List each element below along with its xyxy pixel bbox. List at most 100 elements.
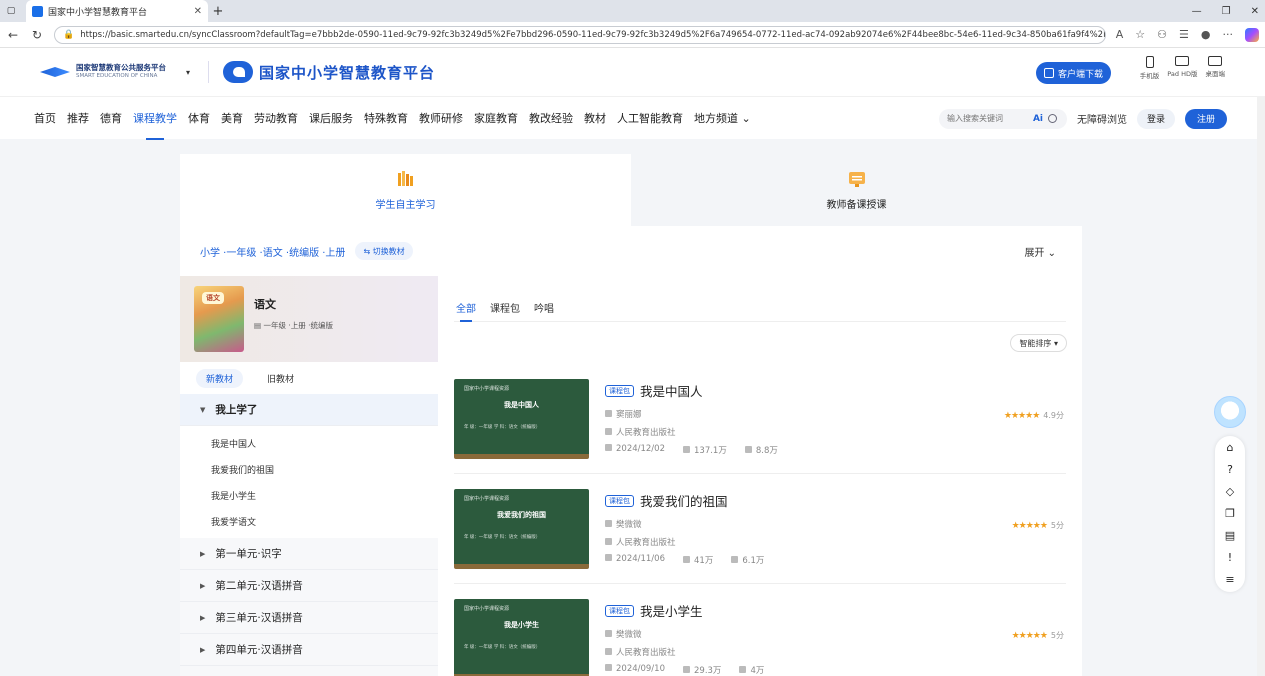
nav-item[interactable]: 教改经验 (529, 97, 573, 140)
device-phone[interactable]: 手机版 (1140, 56, 1159, 80)
resource-card[interactable]: 国家中小学课程资源 我爱我们的祖国年 级：一年级 学 科：语文（统编版） 课程包 我爱… (454, 474, 1066, 584)
close-window-icon[interactable]: ✕ (1251, 6, 1259, 17)
resource-publisher: 人民教育出版社 (616, 538, 676, 548)
resource-author: 樊微微 (616, 520, 642, 530)
unit-list: ▼ 我上学了 我是中国人 我爱我们的祖国 我是小学生 我爱学语文 ▶ 第一单元·识字 ▶ 第二单元… (180, 394, 438, 666)
star-rating-icon: ★★★★★ (1003, 410, 1040, 421)
textbook-breadcrumb[interactable]: 小学 ·一年级 ·语文 ·统编版 ·上册 (200, 244, 345, 259)
back-icon[interactable]: ← (6, 28, 20, 42)
accessible-browse-link[interactable]: 无障碍浏览 (1077, 111, 1127, 126)
resource-title[interactable]: 我是小学生 (640, 601, 703, 620)
resource-date: 2024/09/10 (616, 664, 665, 674)
unit-item[interactable]: ▶ 第一单元·识字 (180, 538, 438, 570)
nav-item[interactable]: 美育 (221, 97, 243, 140)
ai-search-icon[interactable]: Ai (1033, 114, 1043, 124)
shield-check-icon[interactable]: ◇ (1226, 486, 1234, 498)
tab-new-edition[interactable]: 新教材 (196, 368, 244, 388)
read-aloud-icon[interactable]: A (1116, 28, 1124, 41)
nav-item[interactable]: 家庭教育 (474, 97, 518, 140)
lesson-item[interactable]: 我爱我们的祖国 (180, 456, 438, 482)
chevron-down-icon[interactable]: ▾ (186, 68, 190, 77)
tab-student-self-study[interactable]: 学生自主学习 (180, 154, 631, 226)
collections-icon[interactable]: ☰ (1179, 28, 1189, 41)
expand-toggle[interactable]: 展开 ⌄ (1024, 244, 1056, 259)
clipboard-icon[interactable]: ▤ (1225, 530, 1235, 542)
url-field[interactable]: 🔒 https://basic.smartedu.cn/syncClassroo… (54, 25, 1106, 44)
tab-teacher-prep[interactable]: 教师备课授课 (631, 154, 1082, 226)
lesson-item[interactable]: 我爱学语文 (180, 508, 438, 534)
smart-sort-dropdown[interactable]: 智能排序 ▾ (1010, 334, 1067, 352)
unit-item[interactable]: ▶ 第四单元·汉语拼音 (180, 634, 438, 666)
restore-icon[interactable]: ❐ (1222, 6, 1231, 17)
close-tab-icon[interactable]: ✕ (194, 6, 202, 17)
org-logo[interactable]: 国家智慧教育公共服务平台 SMART EDUCATION OF CHINA ▾ (40, 63, 190, 81)
tab-actions-icon[interactable]: ▢ (0, 0, 22, 22)
minimize-icon[interactable]: — (1192, 6, 1202, 17)
resource-title[interactable]: 我是中国人 (640, 381, 703, 400)
resource-card[interactable]: 国家中小学课程资源 我是中国人年 级：一年级 学 科：语文（统编版） 课程包 我是中国… (454, 364, 1066, 474)
site-logo[interactable]: 国家中小学智慧教育平台 (223, 61, 435, 83)
browser-tab[interactable]: 国家中小学智慧教育平台 ✕ (26, 0, 208, 22)
search-box[interactable]: Ai (938, 108, 1067, 129)
resource-card[interactable]: 国家中小学课程资源 我是小学生年 级：一年级 学 科：语文（统编版） 课程包 我是小学… (454, 584, 1066, 676)
nav-item[interactable]: 课后服务 (309, 97, 353, 140)
nav-item[interactable]: 课程教学 (133, 97, 177, 140)
tab-all[interactable]: 全部 (456, 300, 476, 322)
nav-item[interactable]: 德育 (100, 97, 122, 140)
tab-course-package[interactable]: 课程包 (490, 300, 520, 321)
more-icon[interactable]: ··· (1223, 28, 1234, 41)
device-pad[interactable]: Pad HD版 (1167, 56, 1198, 80)
nav-item[interactable]: 体育 (188, 97, 210, 140)
user-icon (605, 520, 612, 527)
page-scrollbar[interactable] (1257, 96, 1265, 676)
profile-icon[interactable]: ● (1201, 28, 1211, 41)
nav-item[interactable]: 推荐 (67, 97, 89, 140)
thumb-title: 我爱我们的祖国 (497, 510, 546, 519)
new-tab-icon[interactable]: + (208, 4, 228, 19)
search-input[interactable] (946, 114, 1027, 123)
resource-publisher: 人民教育出版社 (616, 648, 676, 658)
nav-item[interactable]: 首页 (34, 97, 56, 140)
lesson-item[interactable]: 我是小学生 (180, 482, 438, 508)
lesson-item[interactable]: 我是中国人 (180, 430, 438, 456)
nav-item[interactable]: 地方频道 ⌄ (694, 97, 751, 140)
star-rating-icon: ★★★★★ (1011, 520, 1048, 531)
lesson-list: 我是中国人 我爱我们的祖国 我是小学生 我爱学语文 (180, 426, 438, 538)
feedback-icon[interactable]: ! (1228, 552, 1232, 564)
resource-thumbnail[interactable]: 国家中小学课程资源 我爱我们的祖国年 级：一年级 学 科：语文（统编版） (454, 488, 589, 569)
nav-item[interactable]: 教材 (584, 97, 606, 140)
extensions-icon[interactable]: ⚇ (1157, 28, 1167, 41)
mode-label: 学生自主学习 (375, 199, 436, 211)
unit-item[interactable]: ▶ 第三单元·汉语拼音 (180, 602, 438, 634)
content-tabs: 全部 课程包 吟唱 (454, 300, 1066, 322)
nav-item[interactable]: 教师研修 (419, 97, 463, 140)
nav-item[interactable]: 特殊教育 (364, 97, 408, 140)
assistant-mascot-icon[interactable] (1214, 396, 1246, 428)
textbook-sub: 一年级 ·上册 ·统编版 (263, 321, 334, 330)
unit-item[interactable]: ▶ 第二单元·汉语拼音 (180, 570, 438, 602)
search-icon[interactable] (1048, 114, 1058, 123)
register-button[interactable]: 注册 (1184, 108, 1227, 129)
unit-item[interactable]: ▼ 我上学了 (180, 394, 438, 426)
menu-icon[interactable]: ≡ (1225, 574, 1234, 586)
tab-chant[interactable]: 吟唱 (534, 300, 554, 321)
resource-thumbnail[interactable]: 国家中小学课程资源 我是小学生年 级：一年级 学 科：语文（统编版） (454, 598, 589, 676)
login-button[interactable]: 登录 (1136, 108, 1175, 129)
download-client-button[interactable]: 客户端下载 (1035, 62, 1111, 84)
tab-old-edition[interactable]: 旧教材 (257, 369, 304, 388)
home-icon[interactable]: ⌂ (1227, 442, 1234, 454)
switch-textbook-button[interactable]: ⇆ 切换教材 (355, 242, 413, 260)
nav-item[interactable]: 劳动教育 (254, 97, 298, 140)
favorite-star-icon[interactable]: ☆ (1135, 28, 1145, 41)
nav-item[interactable]: 人工智能教育 (617, 97, 683, 140)
browser-tabbar: ▢ 国家中小学智慧教育平台 ✕ + — ❐ ✕ (0, 0, 1265, 22)
refresh-icon[interactable]: ↻ (30, 28, 44, 42)
help-icon[interactable]: ? (1227, 464, 1233, 476)
resource-list: 国家中小学课程资源 我是中国人年 级：一年级 学 科：语文（统编版） 课程包 我是中国… (454, 364, 1066, 676)
device-desktop[interactable]: 桌面端 (1206, 56, 1225, 80)
resource-rating: ★★★★★ 4.9分 (1004, 410, 1064, 421)
copilot-icon[interactable] (1245, 27, 1259, 42)
resource-title[interactable]: 我爱我们的祖国 (640, 491, 728, 510)
resource-thumbnail[interactable]: 国家中小学课程资源 我是中国人年 级：一年级 学 科：语文（统编版） (454, 378, 589, 459)
copy-icon[interactable]: ❐ (1225, 508, 1235, 520)
